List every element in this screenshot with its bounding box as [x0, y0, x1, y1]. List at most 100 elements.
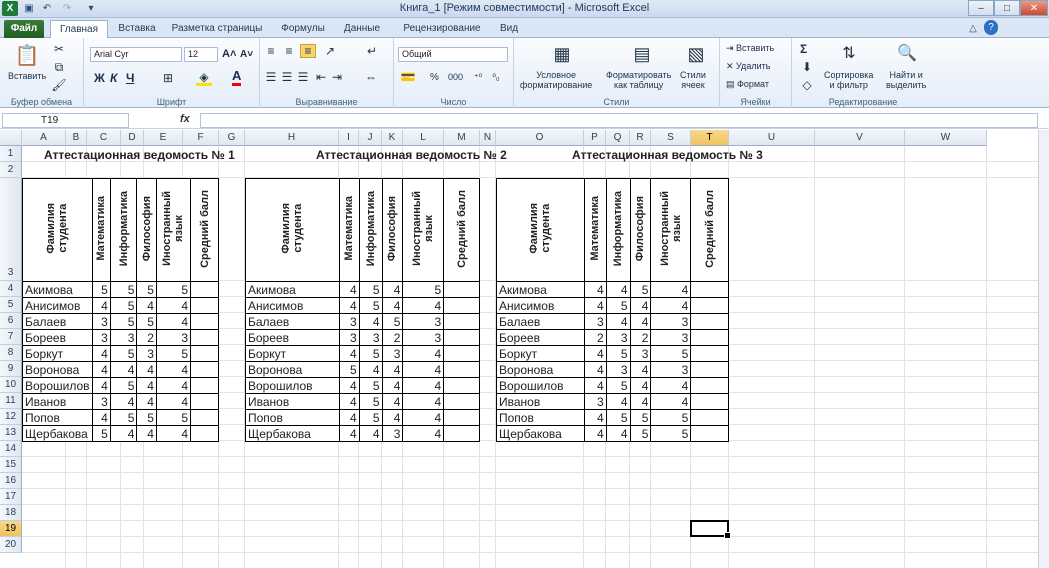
tab-formulas[interactable]: Формулы [276, 20, 330, 38]
grade-cell[interactable]: 5 [605, 345, 631, 362]
student-name-cell[interactable]: Боркут [22, 345, 93, 362]
grade-cell[interactable]: 5 [136, 313, 157, 330]
header-cell[interactable]: Иностранный язык [155, 178, 192, 282]
average-cell[interactable] [443, 329, 480, 346]
header-cell[interactable]: Фамилия студента [245, 178, 340, 282]
header-cell[interactable]: Математика [583, 178, 607, 282]
grade-cell[interactable]: 5 [358, 297, 383, 314]
student-name-cell[interactable]: Балаев [245, 313, 340, 330]
row-header-13[interactable]: 13 [0, 425, 22, 441]
align-center-icon[interactable]: ☰ [280, 70, 294, 84]
grade-cell[interactable]: 5 [358, 409, 383, 426]
minimize-button[interactable]: – [968, 0, 994, 16]
format-painter-icon[interactable]: 🖌 [51, 78, 66, 92]
grade-cell[interactable]: 3 [583, 393, 607, 410]
header-cell[interactable]: Философия [136, 178, 157, 282]
grade-cell[interactable]: 4 [338, 345, 360, 362]
average-cell[interactable] [190, 425, 219, 442]
grade-cell[interactable]: 3 [358, 329, 383, 346]
copy-icon[interactable]: ⧉ [52, 60, 66, 74]
grade-cell[interactable]: 5 [155, 281, 192, 298]
paste-icon[interactable]: 📋 [14, 42, 40, 68]
average-cell[interactable] [443, 297, 480, 314]
percent-button[interactable]: % [430, 72, 439, 83]
format-cells-button[interactable]: ▤ Формат [726, 79, 769, 90]
average-cell[interactable] [190, 297, 219, 314]
align-bottom-icon[interactable]: ≡ [300, 44, 316, 58]
grade-cell[interactable]: 4 [583, 377, 607, 394]
grade-cell[interactable]: 3 [91, 329, 111, 346]
tab-data[interactable]: Данные [338, 20, 386, 38]
student-name-cell[interactable]: Анисимов [22, 297, 93, 314]
grade-cell[interactable]: 4 [629, 361, 652, 378]
grade-cell[interactable]: 5 [155, 409, 192, 426]
row-header-11[interactable]: 11 [0, 393, 22, 409]
grade-cell[interactable]: 3 [338, 313, 360, 330]
grade-cell[interactable]: 3 [650, 361, 692, 378]
header-cell[interactable]: Математика [91, 178, 111, 282]
grade-cell[interactable]: 4 [629, 297, 652, 314]
row-header-17[interactable]: 17 [0, 489, 22, 505]
header-cell[interactable]: Философия [629, 178, 652, 282]
insert-function-icon[interactable]: fx [180, 113, 190, 125]
grade-cell[interactable]: 4 [402, 425, 445, 442]
student-name-cell[interactable]: Акимова [245, 281, 340, 298]
shrink-font-icon[interactable]: A˅ [240, 49, 253, 60]
grade-cell[interactable]: 5 [338, 361, 360, 378]
grade-cell[interactable]: 4 [402, 361, 445, 378]
grade-cell[interactable]: 5 [629, 281, 652, 298]
row-header-9[interactable]: 9 [0, 361, 22, 377]
currency-icon[interactable]: 💳 [400, 70, 416, 84]
tab-review[interactable]: Рецензирование [396, 20, 488, 38]
grade-cell[interactable]: 5 [629, 425, 652, 442]
grade-cell[interactable]: 4 [629, 313, 652, 330]
average-cell[interactable] [690, 425, 729, 442]
font-color-button[interactable]: A [232, 68, 242, 86]
grade-cell[interactable]: 4 [91, 297, 111, 314]
average-cell[interactable] [190, 409, 219, 426]
fill-icon[interactable]: ⬇ [800, 60, 814, 74]
grade-cell[interactable]: 3 [136, 345, 157, 362]
grade-cell[interactable]: 4 [583, 281, 607, 298]
student-name-cell[interactable]: Иванов [496, 393, 585, 410]
grade-cell[interactable]: 4 [583, 409, 607, 426]
insert-cells-button[interactable]: ⇥ Вставить [726, 43, 774, 54]
grade-cell[interactable]: 4 [605, 425, 631, 442]
grade-cell[interactable]: 4 [381, 297, 404, 314]
grade-cell[interactable]: 4 [381, 281, 404, 298]
ribbon-collapse-icon[interactable]: △ [966, 21, 980, 36]
grade-cell[interactable]: 5 [109, 297, 138, 314]
grow-font-icon[interactable]: A˄ [222, 48, 236, 60]
tab-view[interactable]: Вид [494, 20, 524, 38]
average-cell[interactable] [690, 345, 729, 362]
cell-styles-icon[interactable]: ▧ [684, 42, 708, 66]
grade-cell[interactable]: 4 [91, 345, 111, 362]
borders-icon[interactable]: ⊞ [160, 70, 176, 86]
grade-cell[interactable]: 5 [650, 425, 692, 442]
grade-cell[interactable]: 3 [338, 329, 360, 346]
column-header-S[interactable]: S [651, 130, 691, 146]
column-header-R[interactable]: R [630, 130, 651, 146]
header-cell[interactable]: Фамилия студента [22, 178, 93, 282]
grade-cell[interactable]: 5 [650, 409, 692, 426]
student-name-cell[interactable]: Бореев [22, 329, 93, 346]
grade-cell[interactable]: 5 [650, 345, 692, 362]
student-name-cell[interactable]: Воронова [245, 361, 340, 378]
header-cell[interactable]: Информатика [109, 178, 138, 282]
row-header-6[interactable]: 6 [0, 313, 22, 329]
grade-cell[interactable]: 5 [358, 393, 383, 410]
delete-cells-button[interactable]: ✕ Удалить [726, 61, 770, 72]
grade-cell[interactable]: 4 [381, 393, 404, 410]
grade-cell[interactable]: 5 [402, 281, 445, 298]
column-header-C[interactable]: C [87, 130, 121, 146]
student-name-cell[interactable]: Воронова [496, 361, 585, 378]
grade-cell[interactable]: 4 [402, 409, 445, 426]
grade-cell[interactable]: 5 [381, 313, 404, 330]
average-cell[interactable] [443, 281, 480, 298]
grade-cell[interactable]: 5 [605, 297, 631, 314]
fill-color-icon[interactable]: ◈ [196, 70, 212, 86]
column-header-L[interactable]: L [403, 130, 444, 146]
row-header-10[interactable]: 10 [0, 377, 22, 393]
row-header-14[interactable]: 14 [0, 441, 22, 457]
column-header-J[interactable]: J [359, 130, 382, 146]
